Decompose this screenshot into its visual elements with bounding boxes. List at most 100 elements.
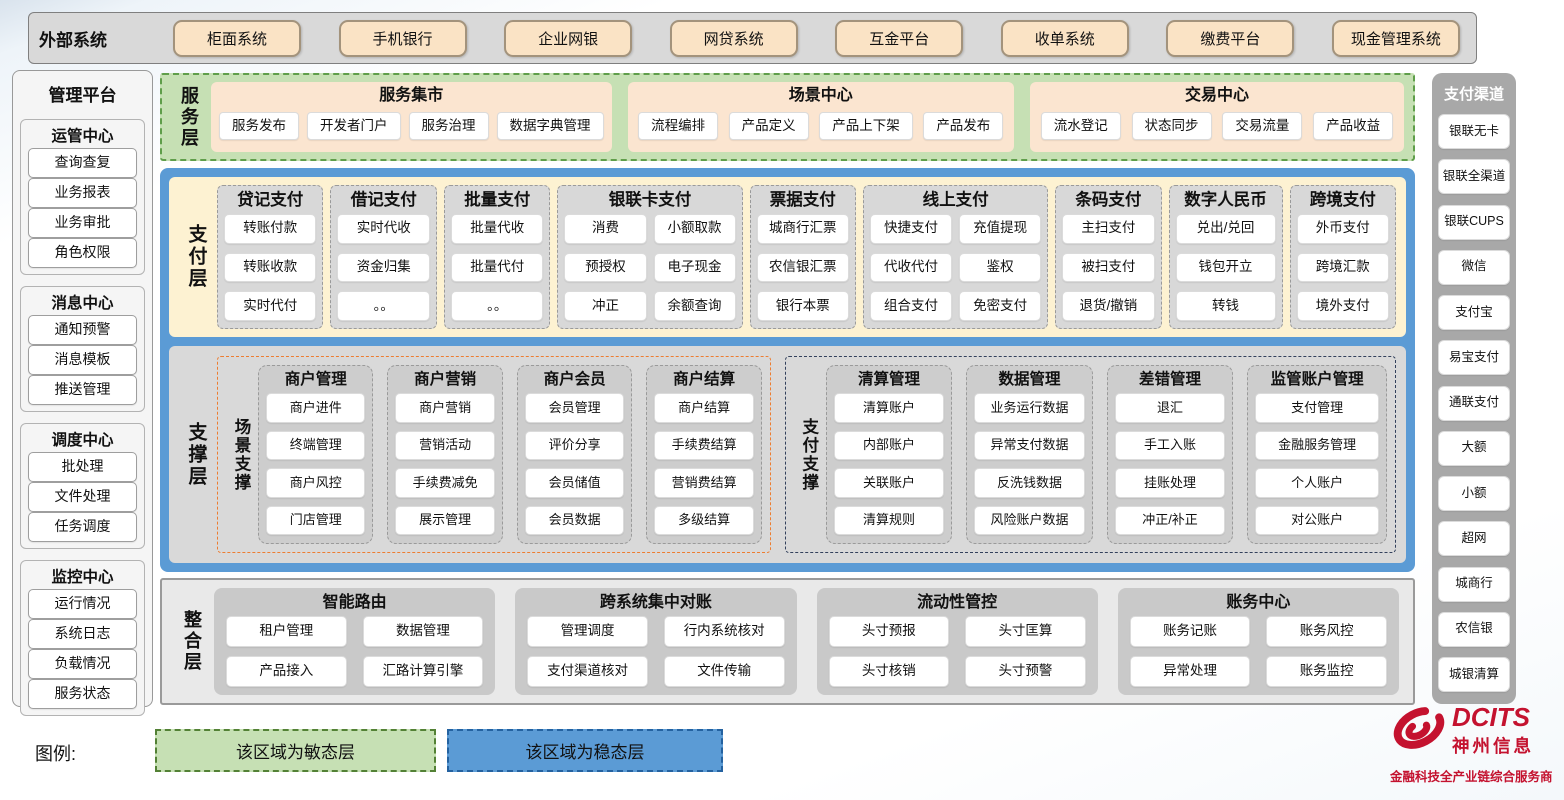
payment-item-button[interactable]: 转账收款 xyxy=(224,253,316,283)
integration-item-button[interactable]: 账务监控 xyxy=(1266,656,1387,687)
payment-item-button[interactable]: 电子现金 xyxy=(654,253,736,283)
external-system-button[interactable]: 互金平台 xyxy=(835,20,963,57)
external-system-button[interactable]: 手机银行 xyxy=(339,20,467,57)
service-item-button[interactable]: 数据字典管理 xyxy=(497,112,604,140)
support-item-button[interactable]: 评价分享 xyxy=(525,431,624,461)
integration-item-button[interactable]: 头寸预警 xyxy=(965,656,1086,687)
service-item-button[interactable]: 产品发布 xyxy=(923,112,1003,140)
payment-item-button[interactable]: 代收代付 xyxy=(870,253,952,283)
support-item-button[interactable]: 冲正/补正 xyxy=(1115,506,1225,536)
support-item-button[interactable]: 展示管理 xyxy=(395,506,494,536)
payment-item-button[interactable]: 转钱 xyxy=(1176,291,1276,321)
management-item-button[interactable]: 消息模板 xyxy=(28,345,137,375)
support-item-button[interactable]: 对公账户 xyxy=(1255,506,1379,536)
payment-item-button[interactable]: 钱包开立 xyxy=(1176,253,1276,283)
support-item-button[interactable]: 风险账户数据 xyxy=(974,506,1084,536)
channel-button[interactable]: 城商行 xyxy=(1438,567,1510,602)
service-item-button[interactable]: 产品收益 xyxy=(1313,112,1393,140)
channel-button[interactable]: 支付宝 xyxy=(1438,295,1510,330)
external-system-button[interactable]: 缴费平台 xyxy=(1166,20,1294,57)
integration-item-button[interactable]: 文件传输 xyxy=(664,656,785,687)
management-item-button[interactable]: 任务调度 xyxy=(28,512,137,542)
support-item-button[interactable]: 会员数据 xyxy=(525,506,624,536)
support-item-button[interactable]: 业务运行数据 xyxy=(974,393,1084,423)
channel-button[interactable]: 易宝支付 xyxy=(1438,340,1510,375)
management-item-button[interactable]: 查询查复 xyxy=(28,148,137,178)
payment-item-button[interactable]: 消费 xyxy=(564,214,646,244)
support-item-button[interactable]: 支付管理 xyxy=(1255,393,1379,423)
support-item-button[interactable]: 商户风控 xyxy=(266,468,365,498)
support-item-button[interactable]: 异常支付数据 xyxy=(974,431,1084,461)
payment-item-button[interactable]: 农信银汇票 xyxy=(757,253,849,283)
support-item-button[interactable]: 会员管理 xyxy=(525,393,624,423)
payment-item-button[interactable]: 主扫支付 xyxy=(1062,214,1154,244)
payment-item-button[interactable]: 预授权 xyxy=(564,253,646,283)
external-system-button[interactable]: 柜面系统 xyxy=(173,20,301,57)
payment-item-button[interactable]: 组合支付 xyxy=(870,291,952,321)
support-item-button[interactable]: 金融服务管理 xyxy=(1255,431,1379,461)
integration-item-button[interactable]: 产品接入 xyxy=(226,656,347,687)
payment-item-button[interactable]: 兑出/兑回 xyxy=(1176,214,1276,244)
payment-item-button[interactable]: 充值提现 xyxy=(959,214,1041,244)
service-item-button[interactable]: 服务发布 xyxy=(219,112,299,140)
support-item-button[interactable]: 商户结算 xyxy=(654,393,753,423)
channel-button[interactable]: 大额 xyxy=(1438,431,1510,466)
integration-item-button[interactable]: 头寸匡算 xyxy=(965,616,1086,647)
management-item-button[interactable]: 推送管理 xyxy=(28,375,137,405)
payment-item-button[interactable]: 免密支付 xyxy=(959,291,1041,321)
external-system-button[interactable]: 网贷系统 xyxy=(670,20,798,57)
payment-item-button[interactable]: 余额查询 xyxy=(654,291,736,321)
support-item-button[interactable]: 内部账户 xyxy=(834,431,944,461)
payment-item-button[interactable]: 转账付款 xyxy=(224,214,316,244)
management-item-button[interactable]: 角色权限 xyxy=(28,238,137,268)
service-item-button[interactable]: 流水登记 xyxy=(1041,112,1121,140)
channel-button[interactable]: 银联CUPS xyxy=(1438,205,1510,240)
external-system-button[interactable]: 现金管理系统 xyxy=(1332,20,1460,57)
payment-item-button[interactable]: 冲正 xyxy=(564,291,646,321)
service-item-button[interactable]: 产品定义 xyxy=(729,112,809,140)
payment-item-button[interactable]: 城商行汇票 xyxy=(757,214,849,244)
management-item-button[interactable]: 文件处理 xyxy=(28,482,137,512)
support-item-button[interactable]: 退汇 xyxy=(1115,393,1225,423)
management-item-button[interactable]: 通知预警 xyxy=(28,315,137,345)
service-item-button[interactable]: 产品上下架 xyxy=(819,112,913,140)
payment-item-button[interactable]: 批量代付 xyxy=(451,253,543,283)
support-item-button[interactable]: 清算规则 xyxy=(834,506,944,536)
payment-item-button[interactable]: 资金归集 xyxy=(337,253,429,283)
channel-button[interactable]: 通联支付 xyxy=(1438,386,1510,421)
support-item-button[interactable]: 反洗钱数据 xyxy=(974,468,1084,498)
payment-item-button[interactable]: 银行本票 xyxy=(757,291,849,321)
management-item-button[interactable]: 批处理 xyxy=(28,452,137,482)
management-item-button[interactable]: 业务审批 xyxy=(28,208,137,238)
support-item-button[interactable]: 挂账处理 xyxy=(1115,468,1225,498)
channel-button[interactable]: 城银清算 xyxy=(1438,657,1510,692)
payment-item-button[interactable]: 批量代收 xyxy=(451,214,543,244)
integration-item-button[interactable]: 租户管理 xyxy=(226,616,347,647)
support-item-button[interactable]: 商户进件 xyxy=(266,393,365,423)
payment-item-button[interactable]: 。。 xyxy=(451,291,543,321)
channel-button[interactable]: 微信 xyxy=(1438,250,1510,285)
support-item-button[interactable]: 手续费减免 xyxy=(395,468,494,498)
management-item-button[interactable]: 运行情况 xyxy=(28,589,137,619)
payment-item-button[interactable]: 实时代付 xyxy=(224,291,316,321)
integration-item-button[interactable]: 管理调度 xyxy=(527,616,648,647)
channel-button[interactable]: 银联全渠道 xyxy=(1438,159,1510,194)
integration-item-button[interactable]: 支付渠道核对 xyxy=(527,656,648,687)
management-item-button[interactable]: 业务报表 xyxy=(28,178,137,208)
integration-item-button[interactable]: 行内系统核对 xyxy=(664,616,785,647)
integration-item-button[interactable]: 头寸预报 xyxy=(829,616,950,647)
support-item-button[interactable]: 门店管理 xyxy=(266,506,365,536)
support-item-button[interactable]: 手续费结算 xyxy=(654,431,753,461)
external-system-button[interactable]: 企业网银 xyxy=(504,20,632,57)
support-item-button[interactable]: 多级结算 xyxy=(654,506,753,536)
service-item-button[interactable]: 流程编排 xyxy=(638,112,718,140)
management-item-button[interactable]: 服务状态 xyxy=(28,679,137,709)
support-item-button[interactable]: 清算账户 xyxy=(834,393,944,423)
integration-item-button[interactable]: 异常处理 xyxy=(1130,656,1251,687)
service-item-button[interactable]: 服务治理 xyxy=(409,112,489,140)
management-item-button[interactable]: 系统日志 xyxy=(28,619,137,649)
integration-item-button[interactable]: 账务风控 xyxy=(1266,616,1387,647)
integration-item-button[interactable]: 数据管理 xyxy=(363,616,484,647)
payment-item-button[interactable]: 境外支付 xyxy=(1297,291,1389,321)
payment-item-button[interactable]: 外币支付 xyxy=(1297,214,1389,244)
